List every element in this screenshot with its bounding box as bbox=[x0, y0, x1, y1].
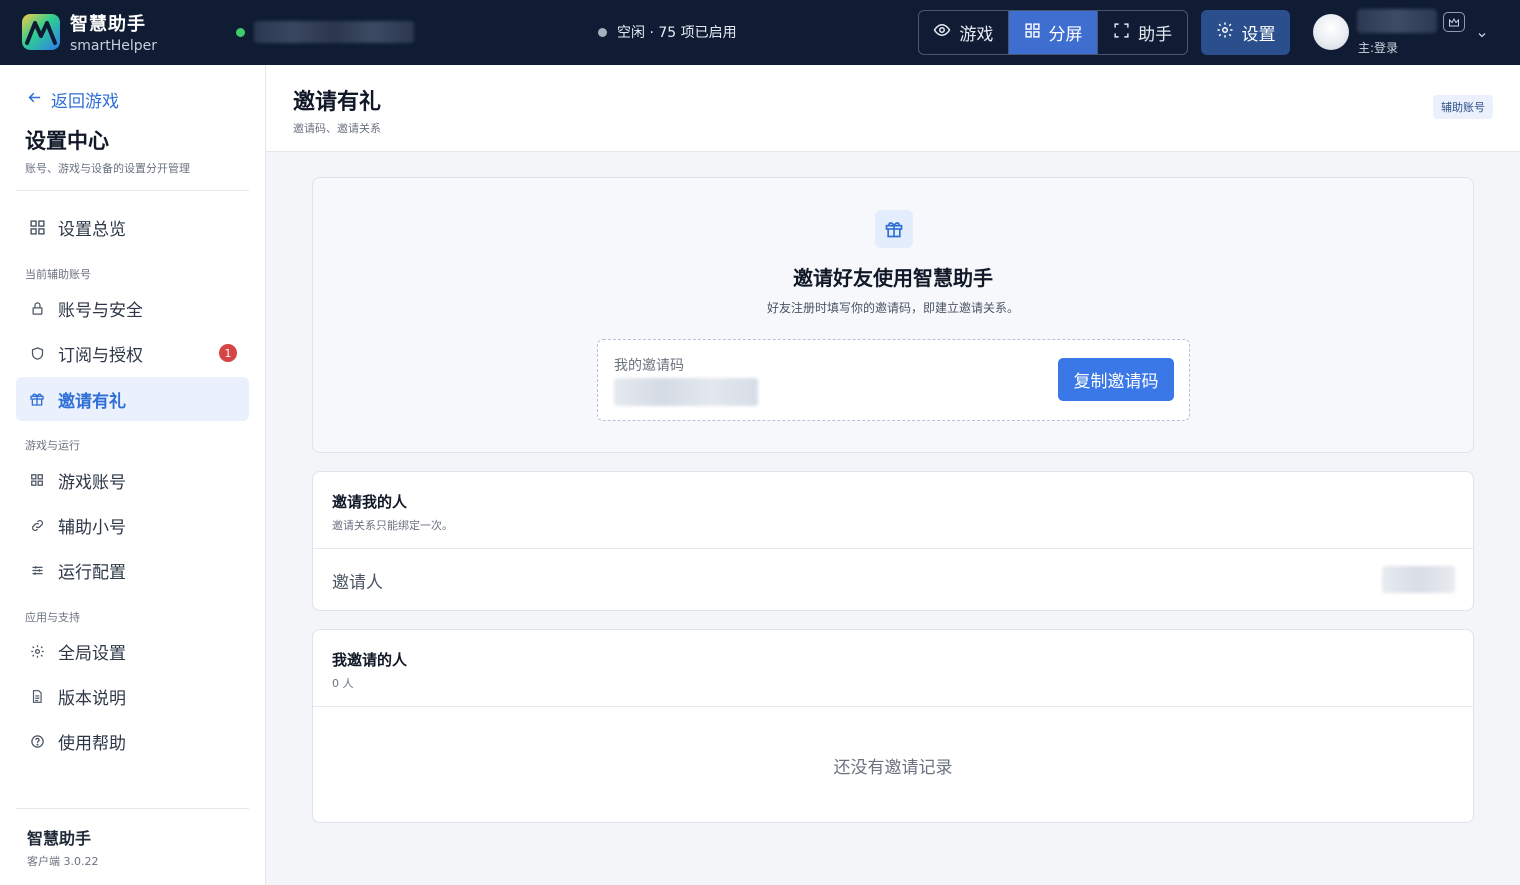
user-name-redacted bbox=[1357, 9, 1437, 33]
sidebar-item-label: 邀请有礼 bbox=[58, 391, 126, 412]
sidebar-group-label: 应用与支持 bbox=[25, 611, 80, 624]
document-icon bbox=[28, 687, 46, 705]
grid-icon bbox=[28, 471, 46, 489]
mode-game-button[interactable]: 游戏 bbox=[919, 11, 1008, 54]
sliders-icon bbox=[28, 561, 46, 579]
invite-hero-card: 邀请好友使用智慧助手 好友注册时填写你的邀请码，即建立邀请关系。 我的邀请码 复… bbox=[312, 177, 1474, 453]
sidebar-item-label: 账号与安全 bbox=[58, 300, 143, 321]
expand-icon bbox=[1113, 22, 1130, 44]
sidebar-item-subscription[interactable]: 订阅与授权 1 bbox=[16, 331, 249, 375]
back-to-game-link[interactable]: 返回游戏 bbox=[26, 87, 119, 112]
inviter-value-redacted bbox=[1382, 566, 1455, 593]
sidebar-item-label: 辅助小号 bbox=[58, 517, 126, 538]
sidebar-item-global-settings[interactable]: 全局设置 bbox=[16, 629, 249, 673]
hero-title: 邀请好友使用智慧助手 bbox=[793, 266, 993, 290]
sidebar-divider bbox=[16, 808, 249, 809]
sidebar-item-game-accounts[interactable]: 游戏账号 bbox=[16, 458, 249, 502]
invited-card: 我邀请的人 0 人 还没有邀请记录 bbox=[312, 629, 1474, 823]
app-logo bbox=[22, 14, 60, 50]
invite-code-label: 我的邀请码 bbox=[614, 358, 684, 374]
avatar[interactable] bbox=[1313, 14, 1349, 50]
top-bar: 智慧助手 smartHelper 空闲 · 75 项已启用 游戏 分屏 助手 设… bbox=[0, 0, 1520, 65]
sidebar-item-account-security[interactable]: 账号与安全 bbox=[16, 286, 249, 330]
sidebar-item-run-config[interactable]: 运行配置 bbox=[16, 548, 249, 592]
page-subtitle: 邀请码、邀请关系 bbox=[293, 122, 381, 135]
chevron-down-icon[interactable] bbox=[1476, 26, 1488, 45]
brand-name: 智慧助手 bbox=[70, 14, 146, 35]
hero-subtitle: 好友注册时填写你的邀请码，即建立邀请关系。 bbox=[766, 301, 1019, 315]
copy-invite-code-button[interactable]: 复制邀请码 bbox=[1058, 358, 1174, 401]
arrow-left-icon bbox=[26, 89, 43, 111]
page-title: 邀请有礼 bbox=[293, 90, 382, 115]
sidebar-item-label: 设置总览 bbox=[58, 219, 126, 240]
settings-label: 设置 bbox=[1241, 25, 1276, 45]
mode-split-label: 分屏 bbox=[1048, 25, 1083, 45]
crown-icon[interactable] bbox=[1443, 12, 1465, 32]
settings-center-title: 设置中心 bbox=[25, 129, 109, 153]
section-subtitle: 邀请关系只能绑定一次。 bbox=[332, 519, 453, 532]
view-mode-switch: 游戏 分屏 助手 bbox=[918, 10, 1188, 55]
section-title: 我邀请的人 bbox=[332, 651, 408, 669]
gear-icon bbox=[28, 642, 46, 660]
gift-icon bbox=[28, 390, 46, 408]
mode-game-label: 游戏 bbox=[959, 25, 994, 45]
settings-center-subtitle: 账号、游戏与设备的设置分开管理 bbox=[25, 162, 190, 175]
gear-icon bbox=[1216, 21, 1234, 44]
inviter-card: 邀请我的人 邀请关系只能绑定一次。 邀请人 bbox=[312, 471, 1474, 611]
gift-icon bbox=[875, 210, 913, 248]
sidebar-item-label: 版本说明 bbox=[58, 688, 126, 709]
lock-icon bbox=[28, 299, 46, 317]
help-icon bbox=[28, 732, 46, 750]
account-type-tag: 辅助账号 bbox=[1433, 95, 1493, 119]
sidebar-item-label: 运行配置 bbox=[58, 562, 126, 583]
mode-split-button[interactable]: 分屏 bbox=[1007, 11, 1098, 54]
empty-state-text: 还没有邀请记录 bbox=[833, 758, 953, 778]
link-icon bbox=[28, 516, 46, 534]
run-status: 空闲 · 75 项已启用 bbox=[598, 22, 737, 42]
shield-icon bbox=[28, 344, 46, 362]
online-indicator bbox=[236, 28, 245, 37]
notification-badge: 1 bbox=[219, 344, 237, 362]
grid-icon bbox=[28, 218, 46, 236]
settings-button[interactable]: 设置 bbox=[1201, 10, 1290, 55]
sidebar-group-label: 当前辅助账号 bbox=[25, 268, 91, 281]
inviter-label: 邀请人 bbox=[332, 573, 383, 593]
sidebar: 返回游戏 设置中心 账号、游戏与设备的设置分开管理 设置总览 当前辅助账号 账号… bbox=[0, 65, 266, 885]
sidebar-item-sub-accounts[interactable]: 辅助小号 bbox=[16, 503, 249, 547]
sidebar-item-help[interactable]: 使用帮助 bbox=[16, 719, 249, 763]
section-divider bbox=[313, 706, 1473, 707]
footer-version: 客户端 3.0.22 bbox=[27, 855, 99, 868]
sidebar-item-label: 游戏账号 bbox=[58, 472, 126, 493]
status-dot bbox=[598, 27, 607, 37]
grid-icon bbox=[1024, 22, 1041, 44]
sidebar-group-label: 游戏与运行 bbox=[25, 439, 80, 452]
sidebar-item-invite[interactable]: 邀请有礼 bbox=[16, 377, 249, 421]
mode-assistant-button[interactable]: 助手 bbox=[1097, 11, 1187, 54]
sidebar-item-release-notes[interactable]: 版本说明 bbox=[16, 674, 249, 718]
invite-code-redacted bbox=[614, 378, 758, 406]
footer-app-name: 智慧助手 bbox=[27, 829, 92, 848]
mode-assistant-label: 助手 bbox=[1138, 25, 1173, 45]
sidebar-item-overview[interactable]: 设置总览 bbox=[16, 205, 249, 249]
status-text: 空闲 · 75 项已启用 bbox=[617, 25, 737, 41]
sidebar-item-label: 使用帮助 bbox=[58, 733, 126, 754]
user-login-status: 主:登录 bbox=[1358, 41, 1399, 55]
account-name-redacted bbox=[254, 21, 414, 43]
sidebar-divider bbox=[16, 190, 249, 191]
invite-code-box: 我的邀请码 复制邀请码 bbox=[597, 339, 1190, 421]
section-title: 邀请我的人 bbox=[332, 493, 408, 511]
invited-count: 0 人 bbox=[332, 677, 354, 690]
brand-sub: smartHelper bbox=[70, 38, 158, 54]
back-label: 返回游戏 bbox=[51, 92, 119, 112]
page-header: 邀请有礼 邀请码、邀请关系 辅助账号 bbox=[266, 65, 1520, 152]
brand: 智慧助手 smartHelper bbox=[70, 10, 157, 54]
sidebar-item-label: 全局设置 bbox=[58, 643, 126, 664]
sidebar-item-label: 订阅与授权 bbox=[58, 345, 143, 366]
section-divider bbox=[313, 548, 1473, 549]
eye-icon bbox=[933, 21, 951, 44]
